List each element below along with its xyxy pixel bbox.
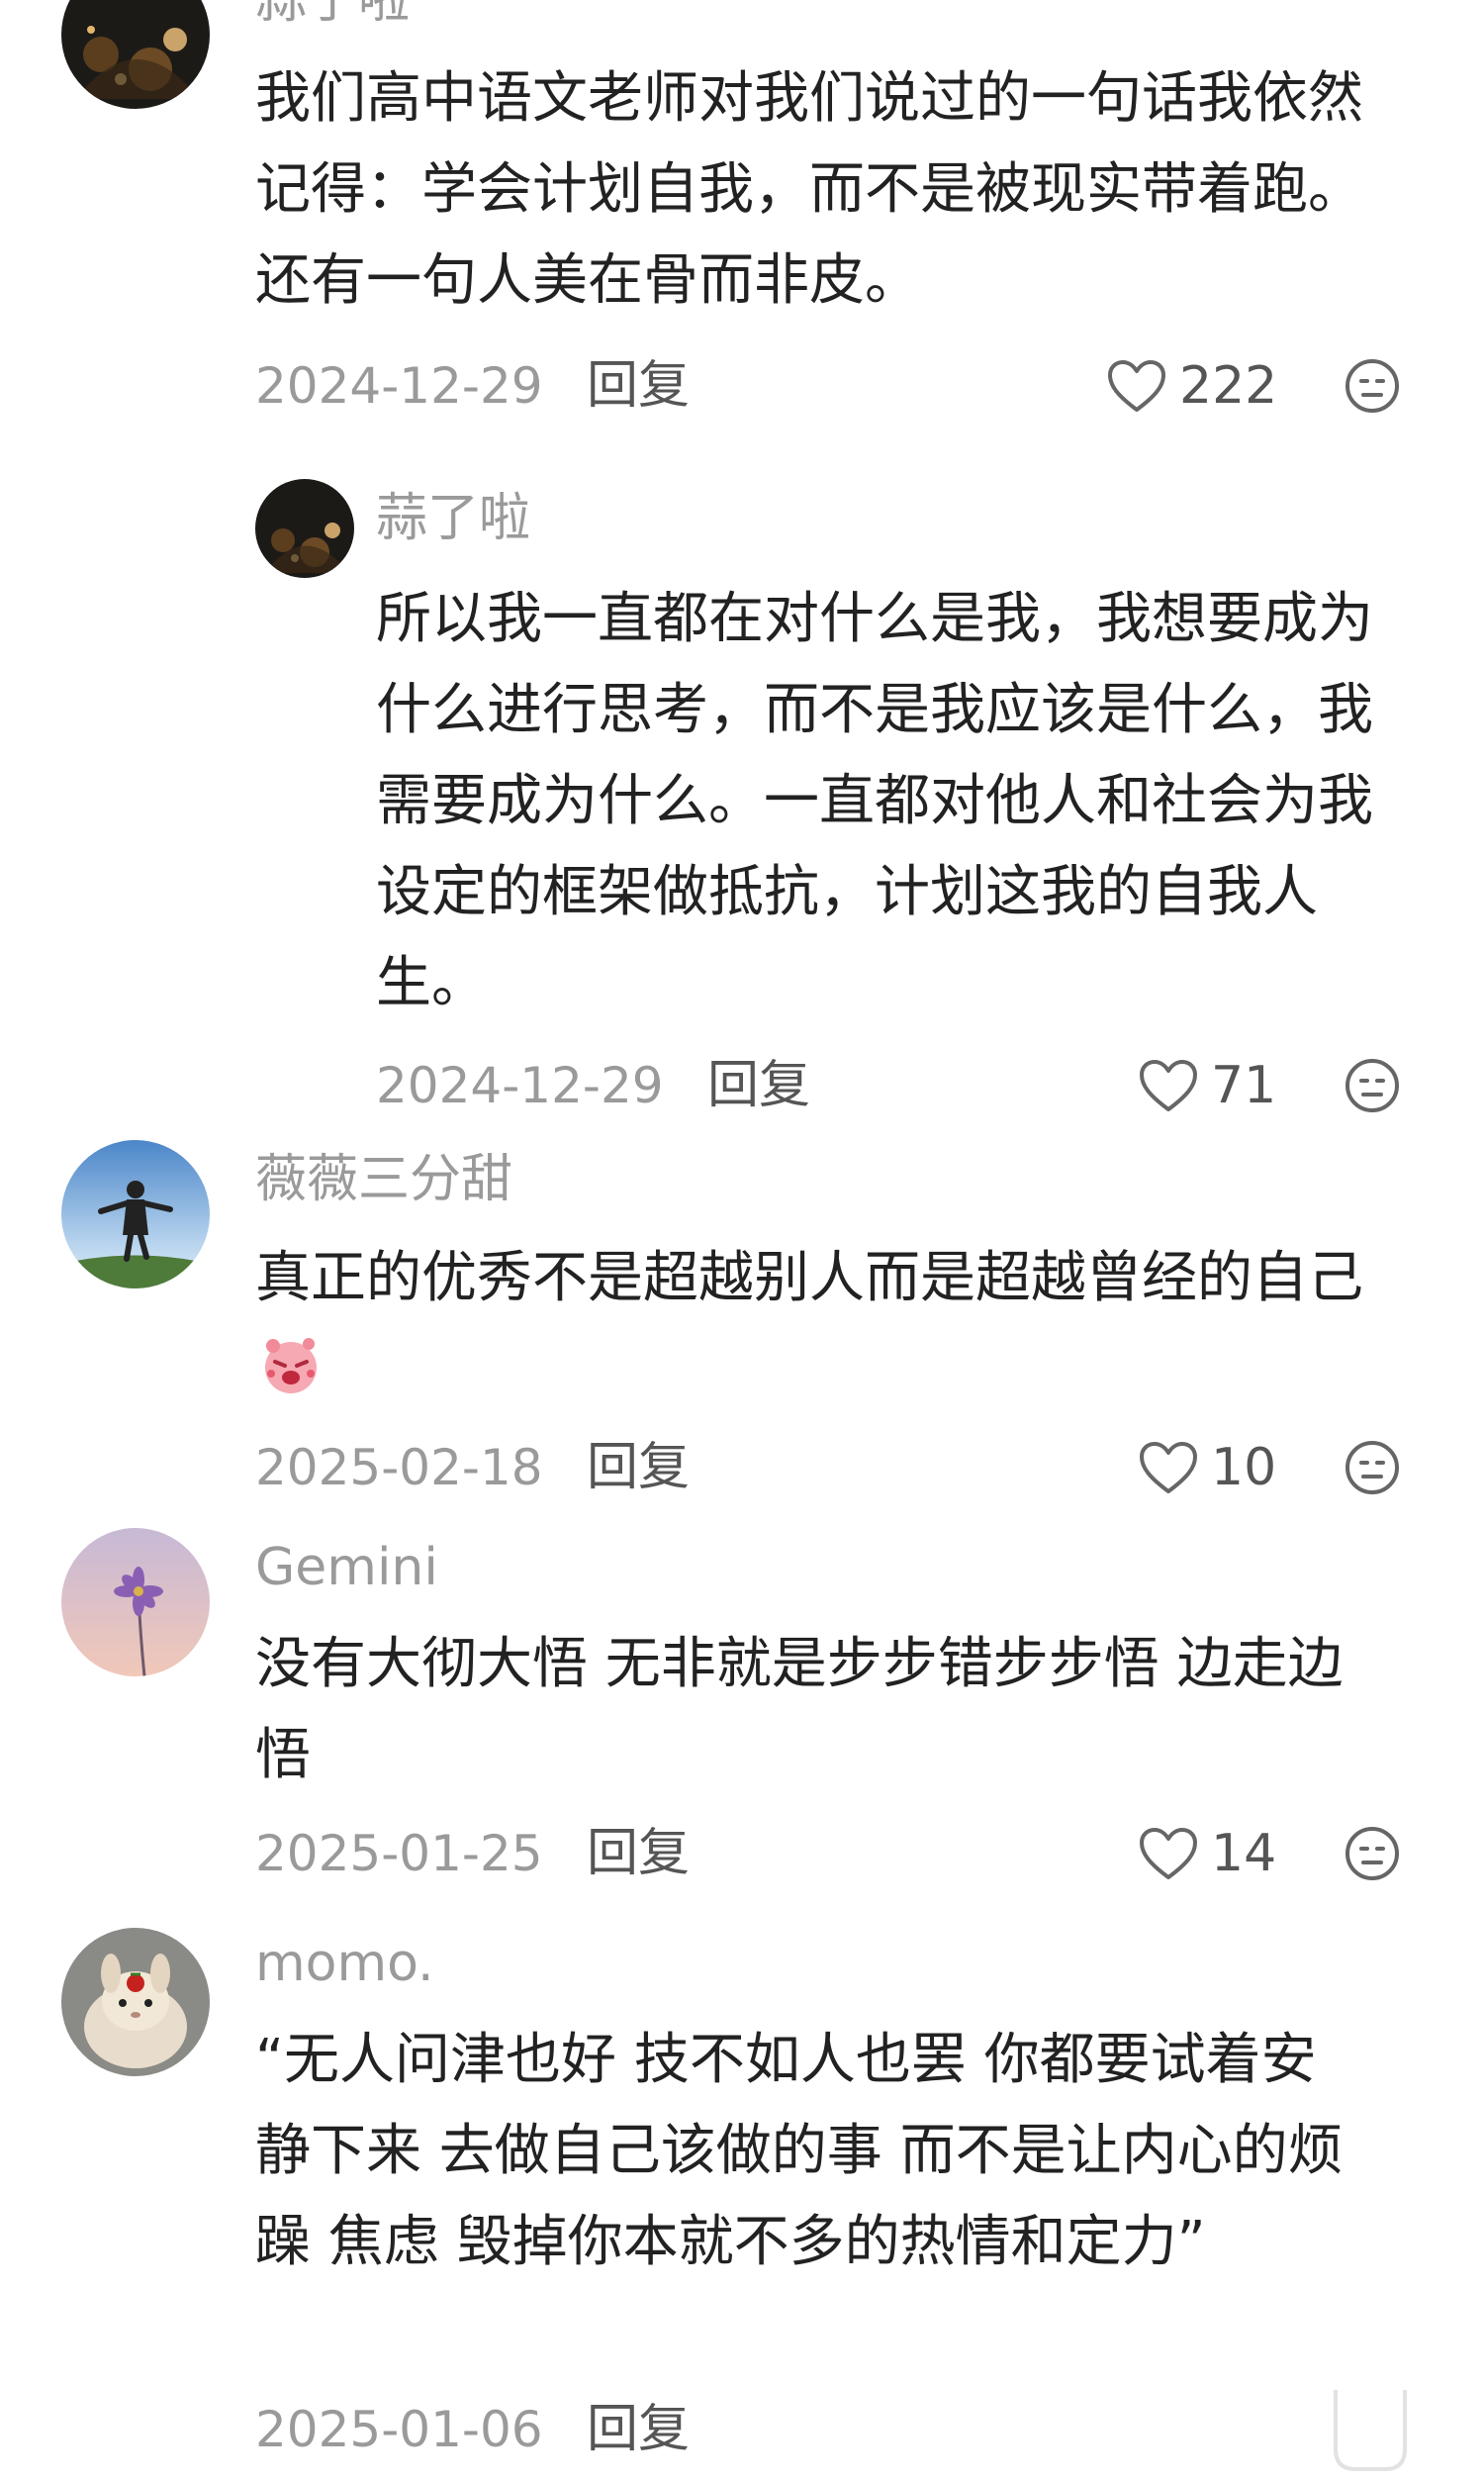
reply-button[interactable]: 回复: [587, 1433, 690, 1502]
neutral-face-icon: [1345, 359, 1399, 413]
username[interactable]: 蒜了啦: [376, 489, 530, 548]
avatar[interactable]: [61, 0, 210, 109]
dislike-button[interactable]: [1344, 1825, 1401, 1882]
comment-text: 我们高中语文老师对我们说过的一句话我依然 记得：学会计划自我，而不是被现实带着跑…: [255, 53, 1363, 327]
comment-meta: 2025-01-06 回复: [255, 2395, 1423, 2464]
neutral-face-icon: [1345, 1827, 1399, 1880]
like-button[interactable]: 71: [1138, 1051, 1276, 1120]
comment-date: 2024-12-29: [255, 357, 543, 415]
comment-date: 2025-02-18: [255, 1439, 543, 1496]
comment-meta: 2025-01-25 回复 14: [255, 1819, 1423, 1888]
reply-button[interactable]: 回复: [587, 351, 690, 421]
username[interactable]: Gemini: [255, 1538, 438, 1597]
comment-line: 真正的优秀不是超越别人而是超越曾经的自己: [255, 1246, 1363, 1310]
username[interactable]: 蒜了啦: [255, 0, 410, 30]
avatar[interactable]: [255, 479, 354, 578]
comment-text: “无人问津也好 技不如人也罢 你都要试着安 静下来 去做自己该做的事 而不是让内…: [255, 2015, 1344, 2288]
comment-line: 躁 焦虑 毁掉你本就不多的热情和定力”: [255, 2210, 1206, 2274]
comment-line: 需要成为什么。一直都对他人和社会为我: [376, 769, 1373, 833]
comment-text: 没有大彻大悟 无非就是步步错步步悟 边走边 悟: [255, 1619, 1344, 1801]
heart-outline-icon: [1108, 360, 1165, 412]
like-count: 14: [1211, 1824, 1277, 1883]
comment-line: 什么进行思考，而不是我应该是什么，我: [376, 678, 1373, 742]
comment-line: 还有一句人美在骨而非皮。: [255, 248, 920, 313]
comment-meta: 2025-02-18 回复 10: [255, 1433, 1423, 1502]
like-count: 10: [1211, 1438, 1277, 1497]
like-button[interactable]: 14: [1138, 1819, 1276, 1888]
comment-line: 生。: [376, 951, 487, 1015]
heart-outline-icon: [1140, 1060, 1197, 1111]
avatar[interactable]: [61, 1140, 210, 1288]
comment-line: 所以我一直都在对什么是我，我想要成为: [376, 587, 1373, 651]
comment-line: “无人问津也好 技不如人也罢 你都要试着安: [255, 2028, 1317, 2092]
comment-date: 2025-01-06: [255, 2401, 543, 2458]
comment-text: 所以我一直都在对什么是我，我想要成为 什么进行思考，而不是我应该是什么，我 需要…: [376, 574, 1373, 1029]
comment-line: 记得：学会计划自我，而不是被现实带着跑。: [255, 157, 1363, 222]
pink-crying-face-emoji: [259, 1334, 323, 1397]
comment-text: 真正的优秀不是超越别人而是超越曾经的自己: [255, 1233, 1363, 1324]
reply-button[interactable]: 回复: [587, 2395, 690, 2464]
floating-action-shape: [1326, 2390, 1413, 2477]
username[interactable]: momo.: [255, 1934, 434, 1993]
avatar[interactable]: [61, 1528, 210, 1676]
avatar[interactable]: [61, 1928, 210, 2076]
comment-line: 设定的框架做抵抗，计划这我的自我人: [376, 860, 1318, 924]
heart-outline-icon: [1140, 1828, 1197, 1879]
comment-meta: 2024-12-29 回复 222: [255, 351, 1423, 421]
neutral-face-icon: [1345, 1059, 1399, 1112]
dislike-button[interactable]: [1344, 357, 1401, 415]
reply-item: 蒜了啦 所以我一直都在对什么是我，我想要成为 什么进行思考，而不是我应该是什么，…: [0, 465, 1484, 1138]
dislike-button[interactable]: [1344, 1057, 1401, 1114]
comment-date: 2024-12-29: [376, 1057, 664, 1114]
heart-outline-icon: [1140, 1442, 1197, 1493]
comment-item: momo. “无人问津也好 技不如人也罢 你都要试着安 静下来 去做自己该做的事…: [0, 1910, 1484, 2477]
like-count: 222: [1179, 356, 1278, 416]
neutral-face-icon: [1345, 1441, 1399, 1494]
comment-line: 悟: [255, 1723, 311, 1787]
comment-line: 静下来 去做自己该做的事 而不是让内心的烦: [255, 2119, 1344, 2183]
comment-line: 没有大彻大悟 无非就是步步错步步悟 边走边: [255, 1632, 1344, 1696]
like-count: 71: [1211, 1056, 1277, 1115]
comment-item: Gemini 没有大彻大悟 无非就是步步错步步悟 边走边 悟 2025-01-2…: [0, 1524, 1484, 1910]
comment-line: 我们高中语文老师对我们说过的一句话我依然: [255, 66, 1363, 131]
like-button[interactable]: 222: [1106, 351, 1277, 421]
dislike-button[interactable]: [1344, 1439, 1401, 1496]
like-button[interactable]: 10: [1138, 1433, 1276, 1502]
comment-meta: 2024-12-29 回复 71: [376, 1051, 1423, 1120]
comment-item: 薇薇三分甜 真正的优秀不是超越别人而是超越曾经的自己 2025-02-18 回复…: [0, 1138, 1484, 1524]
comment-date: 2025-01-25: [255, 1825, 543, 1882]
reply-button[interactable]: 回复: [707, 1051, 810, 1120]
username[interactable]: 薇薇三分甜: [255, 1150, 512, 1209]
comment-item: 蒜了啦 我们高中语文老师对我们说过的一句话我依然 记得：学会计划自我，而不是被现…: [0, 0, 1484, 435]
reply-button[interactable]: 回复: [587, 1819, 690, 1888]
